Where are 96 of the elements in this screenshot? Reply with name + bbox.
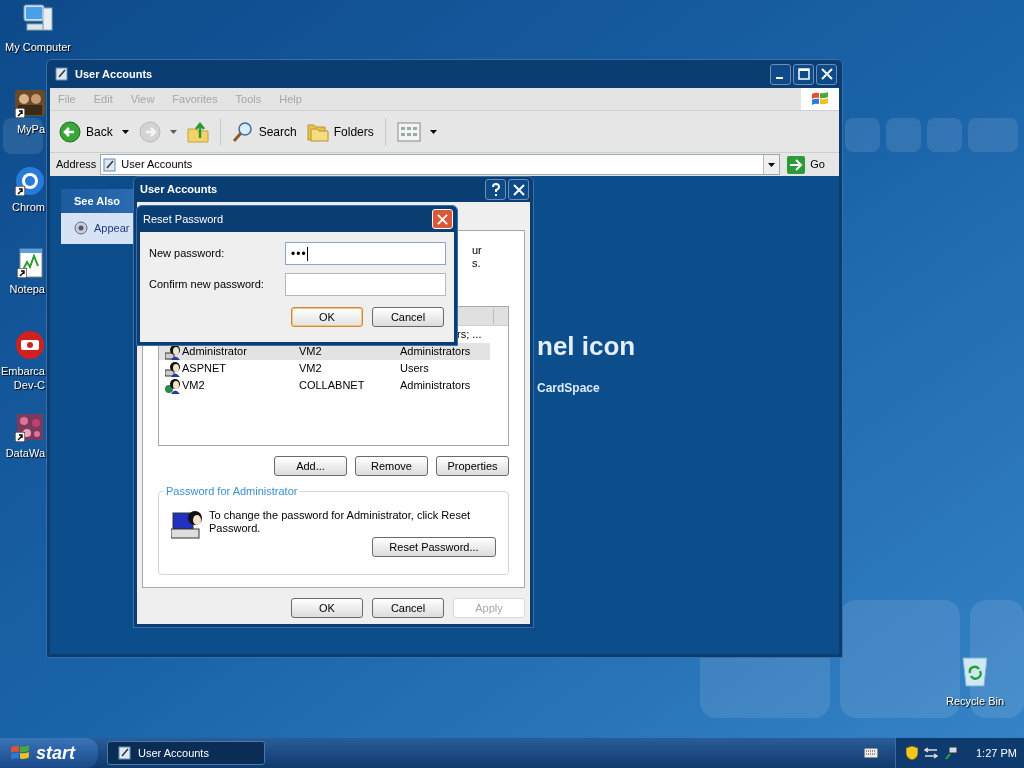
minimize-icon: [775, 76, 783, 79]
see-also-link[interactable]: Appear: [94, 220, 130, 237]
desktop-icon-label[interactable]: My Computer: [5, 40, 71, 54]
address-label: Address: [56, 157, 97, 173]
recycle-bin-icon: [960, 655, 990, 687]
dialog-button[interactable]: OK: [291, 598, 363, 618]
user-icon: [165, 360, 181, 377]
shield-icon[interactable]: [906, 746, 918, 760]
field-label: New password:: [149, 246, 226, 262]
shortcut-arrow-icon: [15, 108, 25, 118]
page-heading: nel icon: [537, 331, 637, 361]
computer-user-icon: [171, 509, 203, 541]
desktop-icon-label[interactable]: Notepa: [9, 282, 45, 296]
list-action-button[interactable]: Remove: [355, 456, 428, 476]
shortcut-arrow-icon: [15, 186, 25, 196]
caret-icon: [121, 129, 129, 134]
desktop-icon-label[interactable]: Embarca: [0, 364, 45, 378]
window-icon: [118, 746, 132, 760]
shortcut-arrow-icon: [17, 268, 27, 278]
close-button[interactable]: [508, 179, 529, 200]
user-row[interactable]: ASPNET VM2 Users: [159, 360, 490, 377]
dialog-title: Reset Password: [143, 211, 225, 227]
start-button[interactable]: start: [0, 738, 98, 768]
password-instructions: To change the password for Administrator, click Reset Password.: [209, 509, 472, 536]
wallpaper-tile: [968, 118, 1018, 152]
desktop-icon-label[interactable]: Dev-C: [13, 378, 45, 392]
dropdown-button[interactable]: [763, 155, 780, 174]
address-field[interactable]: User Accounts: [100, 154, 781, 175]
windows-logo-icon: [811, 91, 829, 107]
search-icon: [231, 120, 254, 143]
close-button[interactable]: [816, 63, 837, 85]
list-action-button[interactable]: Properties: [436, 456, 509, 476]
taskbar-button[interactable]: User Accounts: [107, 741, 265, 765]
dialog-button[interactable]: Cancel: [372, 598, 444, 618]
dialog-title: User Accounts: [140, 182, 219, 198]
help-icon: [490, 182, 501, 197]
windows-logo-icon: [10, 744, 30, 762]
user-row[interactable]: VM2 COLLABNET Administrators: [159, 377, 490, 394]
list-cell-text: Administrator: [182, 344, 247, 360]
window-title: User Accounts: [75, 66, 154, 82]
wallpaper-tile: [886, 118, 921, 152]
back-button[interactable]: Back: [56, 116, 132, 147]
go-arrow-icon: [787, 155, 806, 174]
window-icon: [103, 157, 118, 172]
list-cell-text: VM2: [299, 344, 323, 360]
go-button[interactable]: Go: [784, 155, 835, 174]
maximize-icon: [797, 68, 810, 80]
desktop-icon-label[interactable]: Chrom: [12, 200, 45, 214]
panel-title: See Also: [74, 193, 121, 209]
dialog-button[interactable]: Cancel: [372, 307, 444, 327]
list-cell-text: rs; ...: [457, 327, 482, 343]
close-icon: [437, 213, 448, 225]
search-button[interactable]: Search: [228, 116, 300, 147]
list-action-button[interactable]: Add...: [274, 456, 347, 476]
shortcut-arrow-icon: [15, 432, 25, 442]
help-button[interactable]: [485, 179, 506, 200]
password-field[interactable]: •••: [285, 242, 446, 265]
list-cell-text: VM2: [299, 361, 323, 377]
cardspace-link[interactable]: CardSpace: [537, 379, 839, 397]
list-cell-text: COLLABNET: [299, 378, 366, 394]
folder-up-icon: [186, 120, 209, 143]
views-grid-icon: [396, 121, 421, 142]
caret-icon: [169, 129, 177, 134]
reset-password-button[interactable]: Reset Password...: [372, 537, 496, 557]
desktop-icon-label[interactable]: DataWa: [5, 446, 45, 460]
maximize-button[interactable]: [793, 63, 814, 85]
wallpaper-tile: [3, 118, 43, 154]
list-cell-text: ASPNET: [182, 361, 226, 377]
folders-icon: [306, 121, 329, 142]
desktop-icon-label[interactable]: MyPa: [16, 122, 45, 136]
group-title: Password for Administrator: [163, 485, 301, 497]
field-label: Confirm new password:: [149, 277, 265, 293]
list-cell-text: VM2: [182, 378, 205, 394]
intro-text: s.: [472, 257, 482, 270]
close-icon: [820, 68, 833, 80]
list-cell-text: Administrators: [400, 378, 471, 394]
keyboard-icon[interactable]: [864, 748, 878, 758]
list-cell-text: Users: [400, 361, 429, 377]
minimize-button[interactable]: [770, 63, 791, 85]
gear-icon: [73, 220, 89, 237]
intro-text: ur: [472, 244, 483, 257]
password-field[interactable]: [285, 273, 446, 296]
monitor-icon[interactable]: [944, 746, 958, 760]
dialog-button[interactable]: OK: [291, 307, 363, 327]
folders-button[interactable]: Folders: [303, 116, 377, 147]
window-icon: [55, 67, 69, 81]
caret-icon: [768, 162, 776, 167]
network-icon[interactable]: [924, 747, 938, 759]
close-icon: [512, 183, 525, 196]
user-globe-icon: [165, 377, 181, 394]
caret-icon: [429, 129, 437, 134]
clock[interactable]: 1:27 PM: [976, 744, 1017, 762]
wallpaper-tile: [927, 118, 962, 152]
desktop-icon-label[interactable]: Recycle Bin: [945, 693, 1005, 710]
list-cell-text: Administrators: [400, 344, 471, 360]
wallpaper-tile: [845, 118, 880, 152]
